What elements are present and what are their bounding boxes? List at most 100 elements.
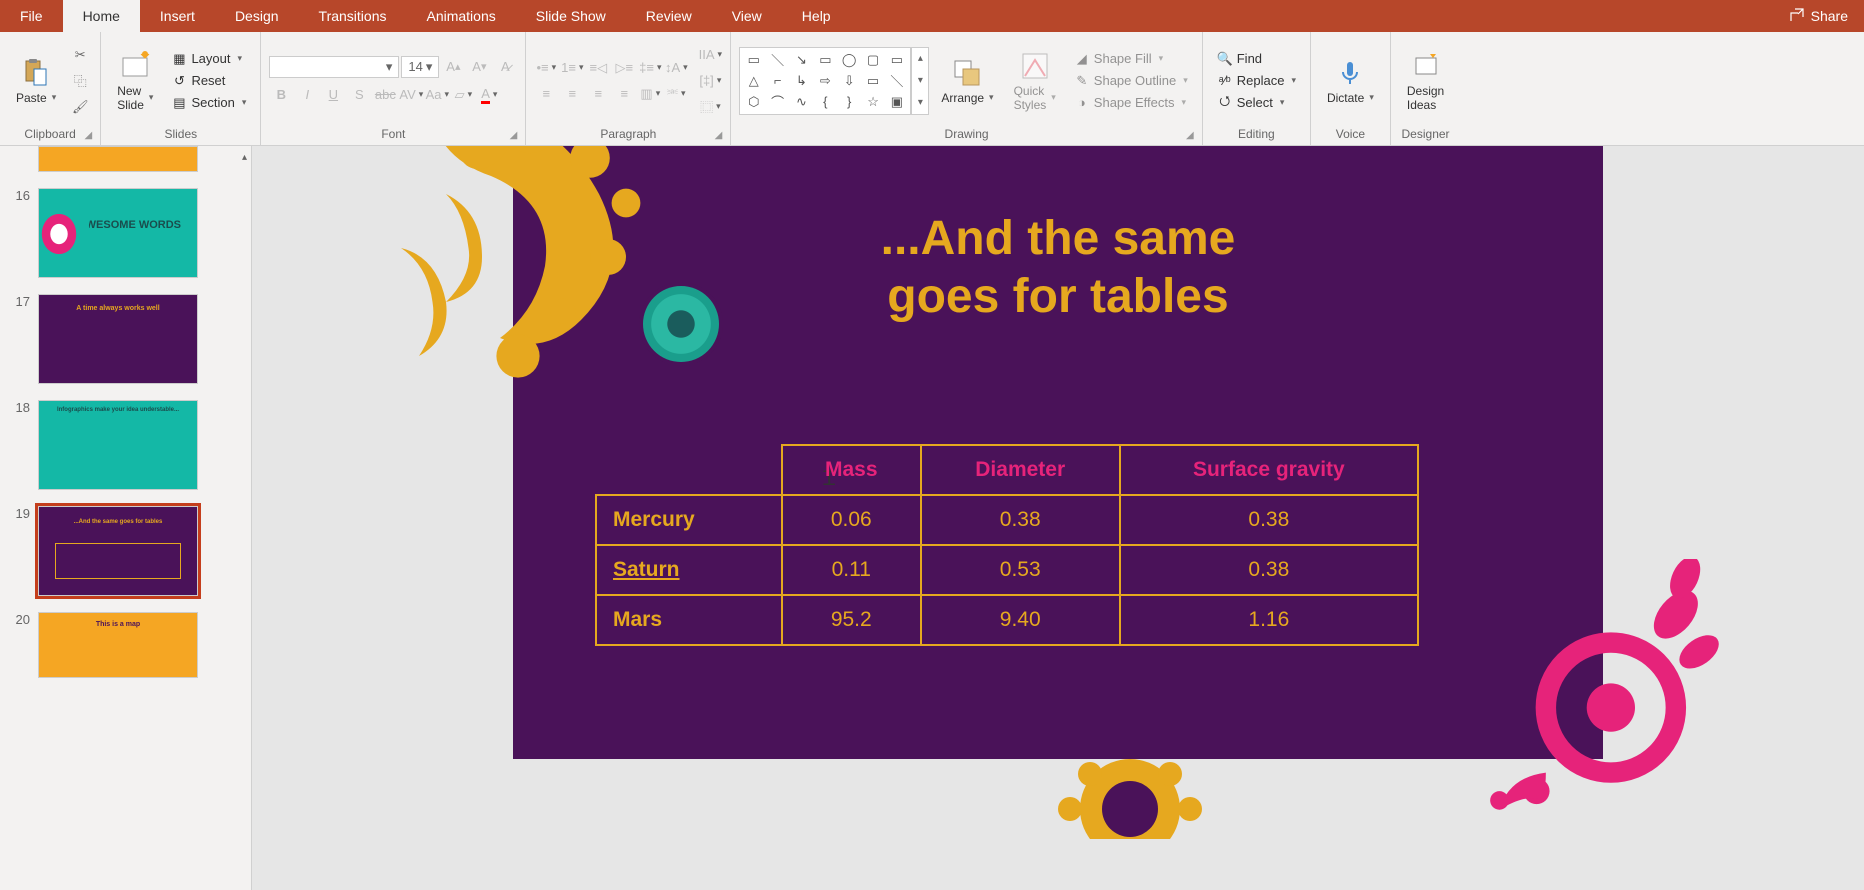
shape-action[interactable]: ▣ — [885, 92, 908, 112]
cell[interactable]: 0.06 — [782, 495, 921, 545]
smartart-button[interactable]: ⿴ — [698, 95, 722, 119]
tab-slideshow[interactable]: Slide Show — [516, 0, 626, 32]
table-header-empty[interactable] — [596, 445, 782, 495]
cell[interactable]: 1.16 — [1120, 595, 1418, 645]
table-header-mass[interactable]: Mass — [782, 445, 921, 495]
slide-canvas[interactable]: ...And the same goes for tables Ꮖ Mass D… — [513, 146, 1603, 759]
line-spacing-button[interactable]: ‡≡ — [638, 56, 662, 80]
text-direction-button[interactable]: ↕A — [664, 56, 688, 80]
cell[interactable]: 9.40 — [921, 595, 1120, 645]
shape-elbow[interactable]: ⌐ — [766, 71, 789, 91]
thumbnail-17[interactable]: 17 A time always works well — [0, 286, 251, 392]
shapes-scroll-down[interactable]: ▾ — [912, 70, 928, 92]
cell[interactable]: 0.38 — [1120, 495, 1418, 545]
arrange-button[interactable]: Arrange — [933, 53, 1001, 109]
tab-help[interactable]: Help — [782, 0, 851, 32]
shape-star[interactable]: ☆ — [862, 92, 885, 112]
row-head-mercury[interactable]: Mercury — [596, 495, 782, 545]
clipboard-launcher[interactable]: ◢ — [85, 130, 93, 141]
shapes-gallery[interactable]: ▭ ＼ ↘ ▭ ◯ ▢ ▭ △ ⌐ ↳ ⇨ ⇩ ▭ ＼ ⬡ ⌒ ∿ { } ☆ — [739, 47, 911, 115]
shape-lbrace[interactable]: { — [814, 92, 837, 112]
highlight-button[interactable]: ▱ — [451, 83, 475, 107]
shape-fill-button[interactable]: ◢Shape Fill — [1068, 49, 1194, 69]
thumb-preview[interactable]: ...And the same goes for tables — [38, 506, 198, 596]
cell[interactable]: 0.38 — [1120, 545, 1418, 595]
text-direction2-button[interactable]: IIA — [698, 43, 722, 67]
char-spacing-button[interactable]: AV — [399, 83, 423, 107]
bullets-button[interactable]: •≡ — [534, 56, 558, 80]
thumb-preview[interactable] — [38, 146, 198, 172]
paste-button[interactable]: Paste — [8, 53, 64, 109]
shapes-scroll-up[interactable]: ▴ — [912, 48, 928, 70]
increase-font-button[interactable]: A▴ — [441, 55, 465, 79]
design-ideas-button[interactable]: Design Ideas — [1399, 46, 1452, 116]
align-center-button[interactable]: ≡ — [560, 82, 584, 106]
slide-editor[interactable]: ...And the same goes for tables Ꮖ Mass D… — [252, 146, 1864, 890]
thumbnail-partial[interactable] — [0, 146, 251, 180]
section-button[interactable]: ▤Section — [165, 93, 252, 113]
tab-design[interactable]: Design — [215, 0, 299, 32]
change-case-button[interactable]: Aa — [425, 83, 449, 107]
font-size-combo[interactable]: 14▾ — [401, 56, 439, 78]
clear-formatting-button[interactable]: A̷ — [493, 55, 517, 79]
share-button[interactable]: Share — [1773, 7, 1864, 26]
slide-title[interactable]: ...And the same goes for tables — [513, 210, 1603, 325]
decrease-indent-button[interactable]: ≡◁ — [586, 56, 610, 80]
cell[interactable]: 0.38 — [921, 495, 1120, 545]
new-slide-button[interactable]: New Slide — [109, 46, 161, 116]
thumb-preview[interactable]: Infographics make your idea understable.… — [38, 400, 198, 490]
shape-roundrect[interactable]: ▢ — [862, 50, 885, 70]
copy-button[interactable]: ⿻ — [68, 69, 92, 93]
thumbnail-18[interactable]: 18 Infographics make your idea understab… — [0, 392, 251, 498]
reset-button[interactable]: ↺Reset — [165, 71, 252, 91]
italic-button[interactable]: I — [295, 83, 319, 107]
thumb-preview[interactable]: This is a map — [38, 612, 198, 678]
align-left-button[interactable]: ≡ — [534, 82, 558, 106]
shadow-button[interactable]: S — [347, 83, 371, 107]
shape-outline-button[interactable]: ✎Shape Outline — [1068, 71, 1194, 91]
font-family-combo[interactable]: ▾ — [269, 56, 399, 78]
strikethrough-button[interactable]: abc — [373, 83, 397, 107]
cell[interactable]: 0.11 — [782, 545, 921, 595]
shapes-more[interactable]: ▾ — [912, 92, 928, 114]
shape-rect[interactable]: ▭ — [814, 50, 837, 70]
align-text-button[interactable]: ⎃ — [664, 82, 688, 106]
shape-rect2[interactable]: ▭ — [885, 50, 908, 70]
tab-review[interactable]: Review — [626, 0, 712, 32]
tab-transitions[interactable]: Transitions — [299, 0, 407, 32]
tab-file[interactable]: File — [0, 0, 63, 32]
thumb-preview[interactable]: A time always works well — [38, 294, 198, 384]
shape-textbox[interactable]: ▭ — [742, 50, 765, 70]
font-color-button[interactable]: A — [477, 83, 501, 107]
increase-indent-button[interactable]: ▷≡ — [612, 56, 636, 80]
underline-button[interactable]: U — [321, 83, 345, 107]
slide-table[interactable]: Mass Diameter Surface gravity Mercury 0.… — [595, 444, 1419, 646]
thumb-scroll-up[interactable]: ▴ — [242, 152, 247, 163]
find-button[interactable]: 🔍Find — [1211, 49, 1302, 69]
font-launcher[interactable]: ◢ — [510, 130, 518, 141]
shape-arrow-d[interactable]: ⇩ — [838, 71, 861, 91]
quick-styles-button[interactable]: Quick Styles — [1006, 46, 1064, 116]
layout-button[interactable]: ▦Layout — [165, 49, 252, 69]
align-right-button[interactable]: ≡ — [586, 82, 610, 106]
row-head-mars[interactable]: Mars — [596, 595, 782, 645]
thumb-preview[interactable]: AWESOME WORDS — [38, 188, 198, 278]
shape-line-arrow[interactable]: ↘ — [790, 50, 813, 70]
tab-home[interactable]: Home — [63, 0, 140, 32]
cell[interactable]: 0.53 — [921, 545, 1120, 595]
shape-curve[interactable]: ∿ — [790, 92, 813, 112]
shape-line[interactable]: ＼ — [766, 50, 789, 70]
thumbnail-20[interactable]: 20 This is a map — [0, 604, 251, 686]
justify-button[interactable]: ≡ — [612, 82, 636, 106]
thumbnail-19[interactable]: 19 ...And the same goes for tables — [0, 498, 251, 604]
shape-hex[interactable]: ⬡ — [742, 92, 765, 112]
shape-elbow2[interactable]: ↳ — [790, 71, 813, 91]
shape-arc[interactable]: ⌒ — [766, 92, 789, 112]
shape-effects-button[interactable]: ◑Shape Effects — [1068, 93, 1194, 113]
select-button[interactable]: ⭯Select — [1211, 93, 1302, 113]
thumbnail-16[interactable]: 16 AWESOME WORDS — [0, 180, 251, 286]
drawing-launcher[interactable]: ◢ — [1186, 130, 1194, 141]
paragraph-launcher[interactable]: ◢ — [715, 130, 723, 141]
align-vert-button[interactable]: [‡] — [698, 69, 722, 93]
format-painter-button[interactable]: 🖌 — [68, 95, 92, 119]
